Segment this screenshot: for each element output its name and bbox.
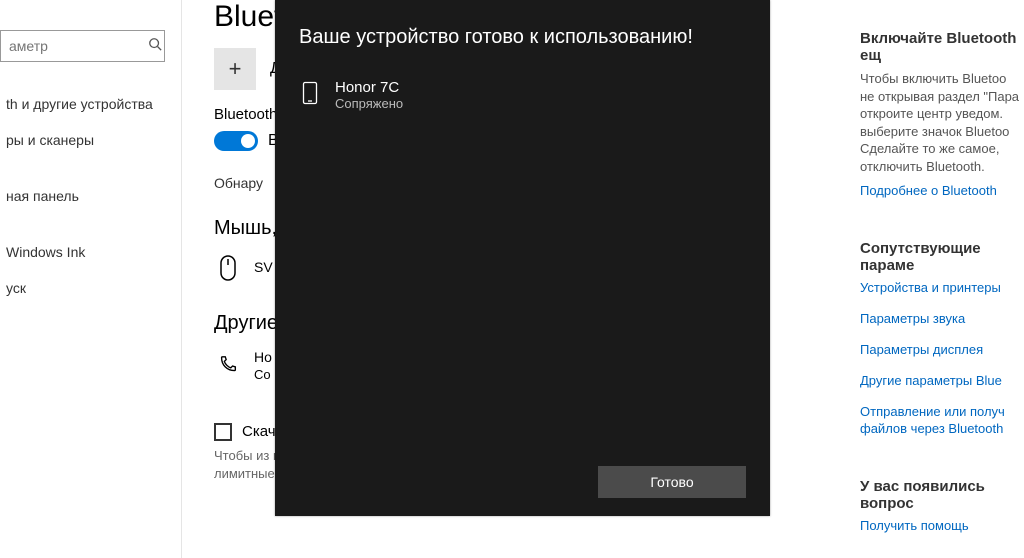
- done-button[interactable]: Готово: [598, 466, 746, 498]
- info-heading-enable: Включайте Bluetooth ещ: [860, 30, 1024, 64]
- sidebar-item-4[interactable]: [0, 214, 181, 234]
- paired-device-status: Сопряжено: [335, 96, 403, 111]
- metered-download-checkbox[interactable]: [214, 423, 232, 441]
- link-display[interactable]: Параметры дисплея: [860, 342, 1024, 359]
- paired-device-row[interactable]: Honor 7C Сопряжено: [299, 79, 746, 111]
- device-mouse-name: SV: [254, 259, 273, 277]
- phone-icon: [214, 353, 242, 379]
- link-send-receive-files[interactable]: Отправление или получ файлов через Bluet…: [860, 404, 1024, 438]
- sidebar-item-touchpad[interactable]: ная панель: [0, 178, 181, 214]
- device-other-sub: Co: [254, 367, 272, 383]
- bluetooth-toggle[interactable]: [214, 131, 258, 151]
- paired-device-name: Honor 7C: [335, 79, 403, 96]
- sidebar-item-bluetooth[interactable]: th и другие устройства: [0, 86, 181, 122]
- dialog-title: Ваше устройство готово к использованию!: [299, 26, 746, 49]
- info-column: Включайте Bluetooth ещ Чтобы включить Bl…: [860, 30, 1024, 548]
- info-heading-related: Сопутствующие параме: [860, 240, 1024, 274]
- info-desc-enable: Чтобы включить Bluetoo не открывая разде…: [860, 70, 1024, 175]
- link-more-bluetooth-settings[interactable]: Другие параметры Blue: [860, 373, 1024, 390]
- settings-sidebar: th и другие устройства ры и сканеры ная …: [0, 0, 182, 558]
- device-other-name: Ho: [254, 349, 272, 367]
- mouse-icon: [214, 254, 242, 282]
- info-heading-help: У вас появились вопрос: [860, 478, 1024, 512]
- link-devices-printers[interactable]: Устройства и принтеры: [860, 280, 1024, 297]
- link-get-help[interactable]: Получить помощь: [860, 518, 1024, 535]
- sidebar-item-printers[interactable]: ры и сканеры: [0, 122, 181, 158]
- link-sound[interactable]: Параметры звука: [860, 311, 1024, 328]
- sidebar-item-autoplay[interactable]: уск: [0, 270, 181, 306]
- search-input[interactable]: [0, 30, 165, 62]
- add-device-button[interactable]: +: [214, 48, 256, 90]
- device-phone-icon: [299, 81, 321, 105]
- link-more-bluetooth[interactable]: Подробнее о Bluetooth: [860, 183, 1024, 200]
- sidebar-item-windows-ink[interactable]: Windows Ink: [0, 234, 181, 270]
- sidebar-item-2[interactable]: [0, 158, 181, 178]
- plus-icon: +: [229, 56, 242, 82]
- search-icon: [147, 36, 163, 52]
- pairing-dialog: Ваше устройство готово к использованию! …: [275, 0, 770, 516]
- metered-download-label: Скач: [242, 423, 276, 440]
